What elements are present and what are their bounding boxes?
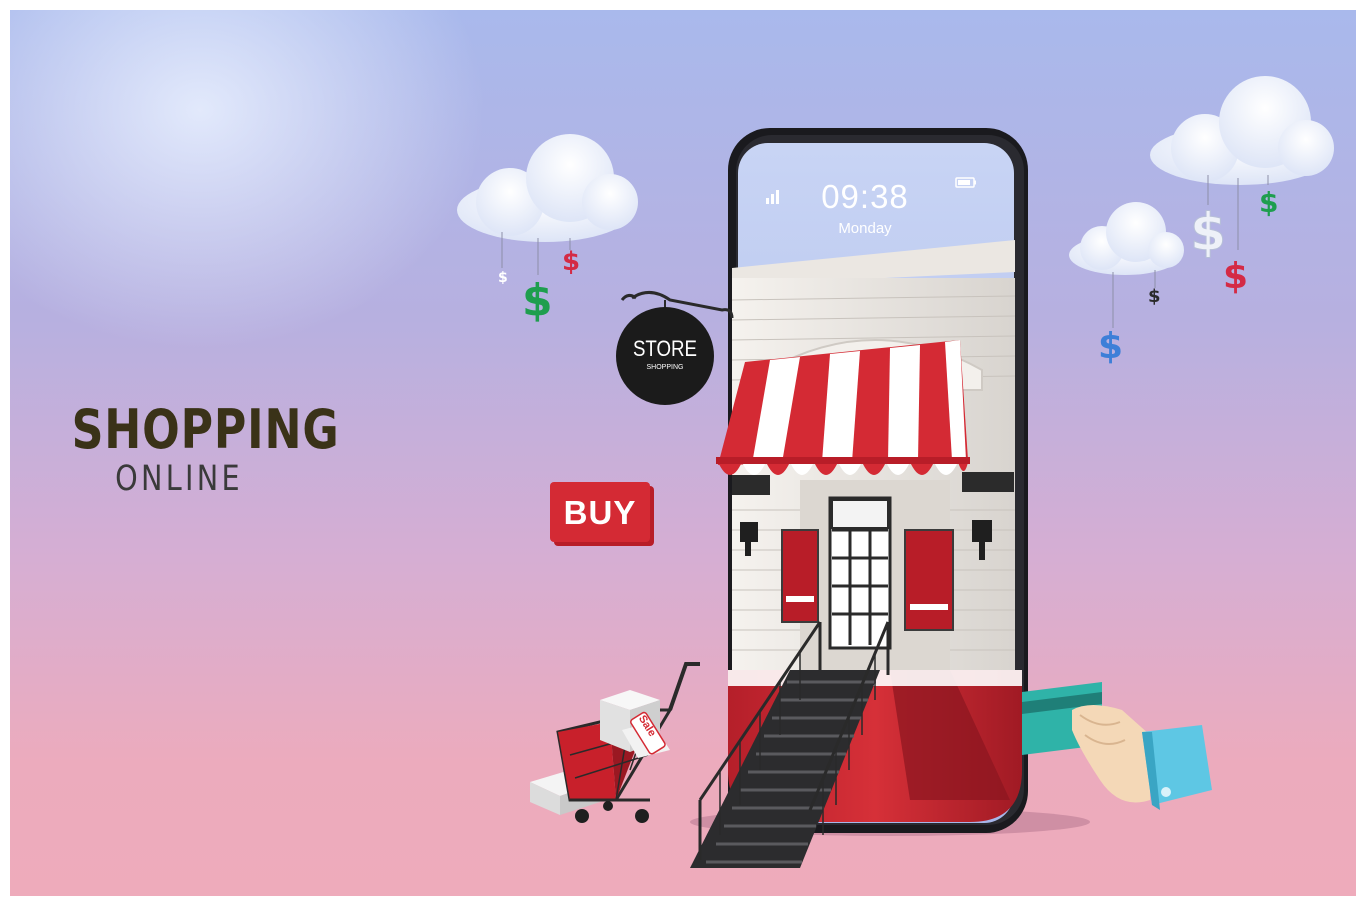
dollar-icon: $: [1098, 326, 1123, 367]
cloud-right-large: [1150, 76, 1334, 185]
dollar-icon: $: [498, 270, 508, 286]
dollar-icon: $: [522, 275, 553, 326]
phone-clock-time: 09:38: [821, 178, 909, 215]
phone-clock-day: Monday: [838, 220, 892, 237]
credit-card-hand: [1022, 682, 1212, 810]
store-sign-subtitle: SHOPPING: [646, 364, 684, 371]
cloud-left: [457, 134, 638, 242]
dollar-icon: $: [1190, 203, 1226, 263]
buy-sign-label: BUY: [563, 494, 637, 531]
store-sign-title: STORE: [632, 336, 698, 361]
dollar-icon: $: [1259, 186, 1278, 219]
dollar-icon: $: [1148, 286, 1161, 307]
dollar-icon: $: [562, 247, 580, 277]
scene-artwork: $ $ $ $ $ $ $ $: [457, 76, 1334, 868]
shopping-cart: [530, 662, 700, 823]
shopping-online-illustration: SHOPPING ONLINE $ $ $ $ $ $ $ $ 09:38 Mo…: [10, 10, 1356, 896]
cloud-right-small: [1069, 202, 1184, 275]
dollar-icon: $: [1223, 256, 1248, 297]
